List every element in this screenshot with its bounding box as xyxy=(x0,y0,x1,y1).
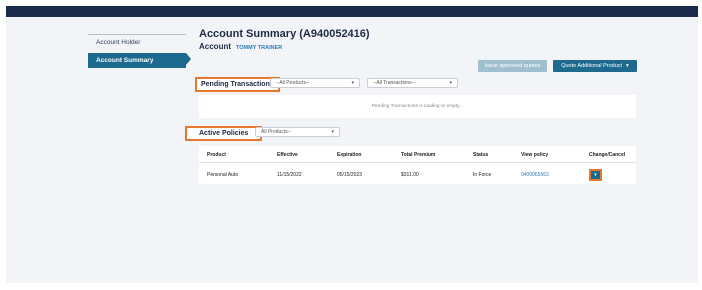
sidebar: Account Holder Account Summary xyxy=(88,29,191,68)
pending-product-filter-value: --All Products-- xyxy=(276,80,310,86)
cell-status: In Force xyxy=(473,172,492,178)
chevron-down-icon: ▾ xyxy=(594,172,597,178)
view-policy-link[interactable]: 9400065563 xyxy=(521,172,549,178)
top-navigation-bar xyxy=(6,6,698,17)
column-header-total-premium: Total Premium xyxy=(393,146,465,163)
active-product-filter-value: All Products-- xyxy=(261,129,292,135)
column-header-expiration: Expiration xyxy=(329,146,393,163)
issue-approved-quotes-button[interactable]: Issue approved quotes xyxy=(478,60,547,72)
account-holder-link[interactable]: TOMMY TRAINER xyxy=(236,45,282,51)
chevron-down-icon: ▾ xyxy=(626,63,629,69)
account-subtitle: Account TOMMY TRAINER xyxy=(199,42,282,51)
active-policies-table-panel: Product Effective Expiration Total Premi… xyxy=(199,146,636,184)
cell-expiration: 05/15/2023 xyxy=(337,172,363,178)
active-product-filter[interactable]: All Products-- ▾ xyxy=(255,127,340,137)
account-label: Account xyxy=(199,42,231,51)
sidebar-item-account-holder[interactable]: Account Holder xyxy=(88,35,186,50)
column-header-status: Status xyxy=(465,146,513,163)
quote-additional-product-button[interactable]: Quote Additional Product ▾ xyxy=(553,60,637,72)
pending-transactions-panel: Pending Transactions is loading or empty… xyxy=(199,95,636,118)
chevron-down-icon: ▾ xyxy=(351,80,354,86)
column-header-change-cancel: Change/Cancel xyxy=(581,146,636,163)
column-header-effective: Effective xyxy=(269,146,329,163)
change-cancel-menu-button[interactable]: ▾ xyxy=(589,169,602,181)
pending-transactions-label: Pending Transactions xyxy=(195,77,280,92)
active-policies-label: Active Policies xyxy=(185,126,263,141)
page-title: Account Summary (A940052416) xyxy=(199,28,370,40)
pending-transaction-filter[interactable]: --All Transactions-- ▾ xyxy=(367,78,458,88)
issue-label: Issue approved quotes xyxy=(484,63,541,69)
active-policies-table: Product Effective Expiration Total Premi… xyxy=(199,146,636,187)
cell-view-policy: 9400065563 xyxy=(513,163,581,188)
sidebar-item-account-summary[interactable]: Account Summary xyxy=(88,53,191,68)
pending-transaction-filter-value: --All Transactions-- xyxy=(373,80,415,86)
column-header-view-policy: View policy xyxy=(513,146,581,163)
chevron-down-icon: ▾ xyxy=(449,80,452,86)
pending-empty-message: Pending Transactions is loading or empty… xyxy=(371,104,464,109)
pending-product-filter[interactable]: --All Products-- ▾ xyxy=(270,78,360,88)
cell-product: Personal Auto xyxy=(207,172,239,178)
cell-change-cancel: ▾ xyxy=(581,163,636,188)
table-header-row: Product Effective Expiration Total Premi… xyxy=(199,146,636,163)
chevron-down-icon: ▾ xyxy=(331,129,334,135)
cell-premium: $311.00 xyxy=(401,172,419,178)
table-row: Personal Auto 11/15/2022 05/15/2023 $311… xyxy=(199,163,636,188)
quote-label: Quote Additional Product xyxy=(561,63,623,69)
cell-effective: 11/15/2022 xyxy=(277,172,302,178)
column-header-product: Product xyxy=(199,146,269,163)
